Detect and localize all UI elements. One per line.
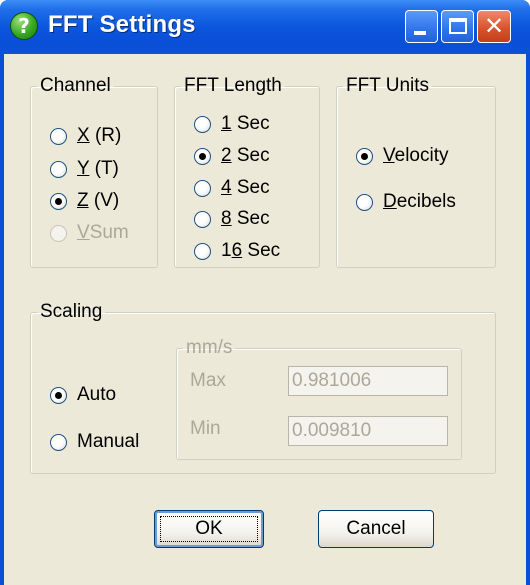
help-icon: ? xyxy=(10,12,38,40)
scaling-auto-radio[interactable]: Auto xyxy=(50,383,116,407)
channel-legend: Channel xyxy=(40,75,111,96)
units-legend: mm/s xyxy=(186,337,233,358)
fft-length-16-radio[interactable]: 16 Sec xyxy=(194,239,280,263)
fft-units-legend: FFT Units xyxy=(346,75,430,96)
max-field[interactable]: 0.981006 xyxy=(288,366,448,396)
radio-circle xyxy=(50,192,67,210)
fft-length-4-radio[interactable]: 4 Sec xyxy=(194,176,270,200)
channel-vsum-radio[interactable]: VSum xyxy=(50,221,129,245)
channel-z-radio[interactable]: Z (V) xyxy=(50,189,119,213)
radio-circle xyxy=(50,160,67,178)
radio-circle xyxy=(194,115,211,133)
fft-units-decibels-radio[interactable]: Decibels xyxy=(356,190,456,214)
radio-circle xyxy=(50,433,67,451)
fft-length-legend: FFT Length xyxy=(184,75,282,96)
radio-circle xyxy=(50,386,67,404)
close-icon: ✕ xyxy=(483,12,505,40)
fft-units-velocity-radio[interactable]: Velocity xyxy=(356,144,448,168)
fft-units-group: FFT Units xyxy=(336,76,496,268)
minimize-icon xyxy=(414,31,426,35)
radio-circle xyxy=(356,147,373,165)
min-label: Min xyxy=(190,418,221,439)
window-title: FFT Settings xyxy=(48,11,196,38)
radio-circle xyxy=(194,210,211,228)
channel-x-radio[interactable]: X (R) xyxy=(50,124,121,148)
minimize-button[interactable] xyxy=(405,10,438,43)
radio-circle xyxy=(356,193,373,211)
fft-length-1-radio[interactable]: 1 Sec xyxy=(194,112,270,136)
radio-circle xyxy=(194,179,211,197)
scaling-manual-radio[interactable]: Manual xyxy=(50,430,139,454)
radio-circle xyxy=(50,224,67,242)
scaling-legend: Scaling xyxy=(40,301,103,322)
focus-rect xyxy=(160,516,258,542)
channel-y-radio[interactable]: Y (T) xyxy=(50,157,119,181)
maximize-button[interactable] xyxy=(441,10,474,43)
ok-button[interactable]: OK xyxy=(154,510,264,548)
radio-circle xyxy=(194,147,211,165)
close-button[interactable]: ✕ xyxy=(477,10,511,43)
min-field[interactable]: 0.009810 xyxy=(288,416,448,446)
dialog-body: Channel X (R) Y (T) Z (V) VSum FFT Lengt… xyxy=(4,54,526,585)
title-bar[interactable]: ? FFT Settings ✕ xyxy=(0,0,530,54)
radio-circle xyxy=(50,127,67,145)
maximize-icon xyxy=(449,18,467,34)
fft-length-8-radio[interactable]: 8 Sec xyxy=(194,207,270,231)
fft-length-2-radio[interactable]: 2 Sec xyxy=(194,144,270,168)
cancel-button[interactable]: Cancel xyxy=(318,510,434,548)
dialog-window: ? FFT Settings ✕ Channel X (R) Y (T) Z (… xyxy=(0,0,530,585)
radio-circle xyxy=(194,242,211,260)
max-label: Max xyxy=(190,370,226,391)
